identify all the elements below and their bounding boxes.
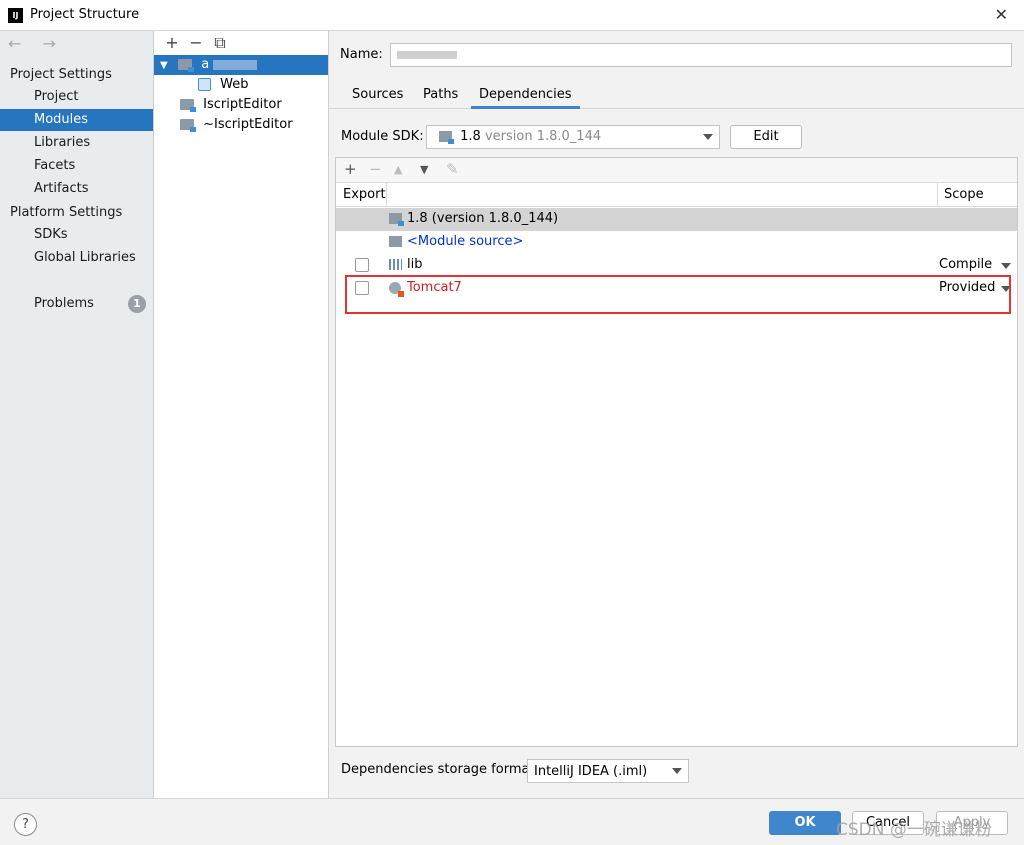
intellij-logo-icon: IJ <box>8 8 23 23</box>
module-name-field[interactable] <box>390 43 1012 67</box>
dependencies-table: + − ▲ ▼ ✎ Export Scope 1.8 (version 1.8.… <box>335 157 1018 747</box>
tree-item-web-label: Web <box>220 77 249 92</box>
dependency-label: lib <box>407 257 423 272</box>
module-folder-icon <box>180 119 196 132</box>
redacted-text <box>397 51 457 59</box>
problems-count-badge: 1 <box>128 295 146 313</box>
column-export[interactable]: Export <box>343 187 386 202</box>
module-tabs: Sources Paths Dependencies <box>329 81 1024 109</box>
tree-item-module-label: a <box>201 57 210 72</box>
tree-item-iscripteditor[interactable]: IscriptEditor <box>154 95 328 115</box>
edit-dependency-icon[interactable]: ✎ <box>446 160 459 178</box>
nav-item-facets[interactable]: Facets <box>0 155 153 177</box>
dependencies-header: Export Scope <box>336 183 1017 207</box>
annotation-highlight-box <box>345 275 1011 314</box>
dependency-row-lib[interactable]: lib Compile <box>336 254 1017 277</box>
tree-item-web[interactable]: Web <box>154 75 328 95</box>
module-tree-panel: + − ⧉ ▼ a Web IscriptEditor ~IscriptEditor <box>154 31 329 798</box>
module-details-panel: Name: Sources Paths Dependencies Module … <box>329 31 1024 798</box>
dependency-row-module-source[interactable]: <Module source> <box>336 231 1017 254</box>
settings-nav: ← → Project Settings Project Modules Lib… <box>0 31 154 798</box>
library-icon <box>389 259 402 270</box>
add-icon[interactable]: + <box>160 33 184 52</box>
tree-item-iscripteditor-copy-label: ~IscriptEditor <box>203 117 293 132</box>
name-label: Name: <box>340 47 383 62</box>
module-folder-icon <box>180 99 196 112</box>
move-up-icon[interactable]: ▲ <box>394 163 402 176</box>
dialog-footer: ? OK Cancel Apply CSDN @一碗谦谦粉 <box>0 798 1024 845</box>
chevron-down-icon[interactable]: ▼ <box>160 56 174 76</box>
module-sdk-label: Module SDK: <box>341 129 424 144</box>
module-sdk-select[interactable]: 1.8 version 1.8.0_144 <box>426 125 720 149</box>
copy-icon[interactable]: ⧉ <box>208 33 232 53</box>
help-icon[interactable]: ? <box>14 813 37 836</box>
sdk-value: 1.8 <box>460 129 481 144</box>
nav-item-artifacts[interactable]: Artifacts <box>0 178 153 200</box>
storage-format-label: Dependencies storage format: <box>341 762 539 777</box>
chevron-down-icon <box>703 134 713 140</box>
tab-sources[interactable]: Sources <box>352 87 403 109</box>
web-facet-icon <box>198 78 211 91</box>
move-down-icon[interactable]: ▼ <box>420 163 428 176</box>
tab-dependencies[interactable]: Dependencies <box>471 87 580 109</box>
dependency-label: <Module source> <box>407 234 524 249</box>
watermark: CSDN @一碗谦谦粉 <box>836 820 992 840</box>
nav-item-global-libraries[interactable]: Global Libraries <box>0 247 153 269</box>
nav-item-libraries[interactable]: Libraries <box>0 132 153 154</box>
storage-format-value: IntelliJ IDEA (.iml) <box>534 764 648 779</box>
module-folder-icon <box>178 59 195 72</box>
close-icon[interactable]: ✕ <box>995 5 1008 24</box>
dependency-label: 1.8 (version 1.8.0_144) <box>407 211 559 226</box>
tree-item-iscripteditor-label: IscriptEditor <box>203 97 282 112</box>
dependencies-toolbar: + − ▲ ▼ ✎ <box>336 158 1017 183</box>
chevron-down-icon <box>672 768 682 774</box>
export-checkbox[interactable] <box>355 258 369 272</box>
tree-toolbar: + − ⧉ <box>160 33 232 53</box>
add-dependency-icon[interactable]: + <box>344 160 357 178</box>
tree-item-module[interactable]: ▼ a <box>154 55 328 75</box>
sdk-folder-icon <box>389 213 404 226</box>
sdk-version: version 1.8.0_144 <box>484 129 602 144</box>
nav-item-project[interactable]: Project <box>0 86 153 108</box>
sdk-folder-icon <box>439 131 454 144</box>
edit-sdk-button[interactable]: Edit <box>730 125 802 149</box>
tab-paths[interactable]: Paths <box>423 87 458 109</box>
back-forward-arrows-icon[interactable]: ← → <box>8 34 64 53</box>
nav-item-modules[interactable]: Modules <box>0 109 153 131</box>
chevron-down-icon[interactable] <box>1001 263 1011 269</box>
nav-section-platform-settings: Platform Settings <box>10 205 123 220</box>
tree-item-iscripteditor-copy[interactable]: ~IscriptEditor <box>154 115 328 135</box>
nav-section-project-settings: Project Settings <box>10 67 112 82</box>
remove-dependency-icon[interactable]: − <box>369 160 382 178</box>
dependency-row-sdk[interactable]: 1.8 (version 1.8.0_144) <box>336 208 1017 231</box>
ok-button[interactable]: OK <box>769 811 841 835</box>
scope-select[interactable]: Compile <box>939 257 992 272</box>
window-title: Project Structure <box>30 7 140 22</box>
storage-format-select[interactable]: IntelliJ IDEA (.iml) <box>527 759 689 783</box>
remove-icon[interactable]: − <box>184 33 208 52</box>
redacted-text <box>213 59 258 70</box>
column-scope[interactable]: Scope <box>944 187 984 202</box>
nav-item-sdks[interactable]: SDKs <box>0 224 153 246</box>
title-bar: IJ Project Structure ✕ <box>0 0 1024 31</box>
module-source-icon <box>389 236 402 247</box>
